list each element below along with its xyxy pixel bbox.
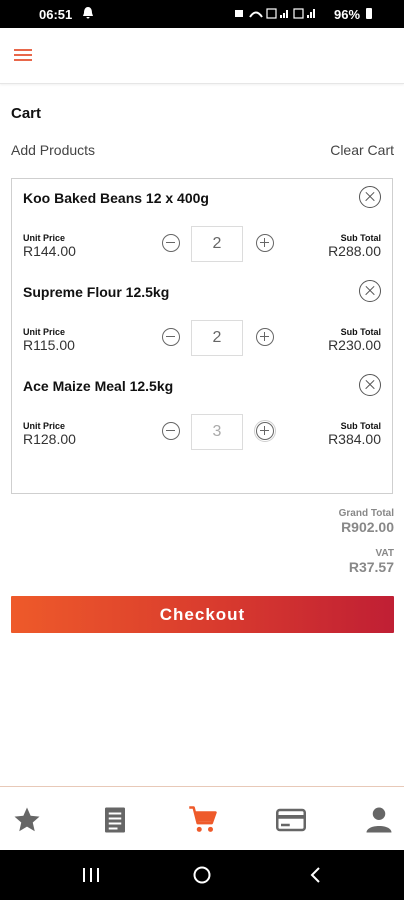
- recent-apps-icon[interactable]: [80, 865, 102, 885]
- unit-price-label: Unit Price: [23, 421, 66, 431]
- system-navigation-bar: [0, 850, 404, 900]
- cart-item-list: Koo Baked Beans 12 x 400g Unit Price R14…: [11, 178, 393, 494]
- quantity-input[interactable]: 3: [191, 414, 243, 450]
- vat-label: VAT: [375, 548, 394, 559]
- back-chevron-icon[interactable]: [308, 865, 324, 885]
- battery-level: 96%: [334, 7, 361, 22]
- hamburger-menu-icon[interactable]: [14, 49, 34, 63]
- grand-total-label: Grand Total: [338, 508, 394, 519]
- cart-icon[interactable]: [188, 805, 218, 835]
- unit-price-value: R115.00: [23, 337, 75, 353]
- vat-value: R37.57: [348, 559, 394, 575]
- status-time: 06:51: [39, 7, 73, 22]
- cart-item: Ace Maize Meal 12.5kg Unit Price R128.00…: [12, 367, 392, 461]
- list-icon[interactable]: [100, 805, 130, 835]
- user-icon[interactable]: [364, 805, 394, 835]
- unit-price-value: R144.00: [23, 243, 76, 259]
- quantity-input[interactable]: 2: [191, 320, 243, 356]
- sub-total-value: R288.00: [328, 243, 381, 259]
- battery-icon: [366, 8, 372, 19]
- increase-quantity-plus-icon[interactable]: [256, 328, 274, 346]
- star-icon[interactable]: [12, 805, 42, 835]
- checkout-button[interactable]: Checkout: [11, 596, 394, 633]
- cart-item: Supreme Flour 12.5kg Unit Price R115.00 …: [12, 273, 392, 367]
- decrease-quantity-minus-icon[interactable]: [162, 234, 180, 252]
- sub-total-value: R384.00: [328, 431, 381, 447]
- grand-total-value: R902.00: [341, 519, 394, 535]
- decrease-quantity-minus-icon[interactable]: [162, 328, 180, 346]
- unit-price-label: Unit Price: [23, 233, 66, 243]
- decrease-quantity-minus-icon[interactable]: [162, 422, 180, 440]
- page-title: Cart: [11, 105, 42, 122]
- item-name: Ace Maize Meal 12.5kg: [23, 378, 174, 394]
- app-bar: [0, 28, 404, 84]
- clear-cart-link[interactable]: Clear Cart: [330, 142, 394, 158]
- credit-card-icon[interactable]: [276, 805, 306, 835]
- unit-price-value: R128.00: [23, 431, 76, 447]
- increase-quantity-plus-icon[interactable]: [256, 234, 274, 252]
- increase-quantity-plus-icon[interactable]: [254, 420, 276, 442]
- status-bar: 06:51 96%: [0, 0, 404, 28]
- add-products-link[interactable]: Add Products: [11, 142, 95, 158]
- remove-item-close-icon[interactable]: [359, 186, 381, 208]
- sub-total-label: Sub Total: [340, 327, 381, 337]
- quantity-input[interactable]: 2: [191, 226, 243, 262]
- unit-price-label: Unit Price: [23, 327, 66, 337]
- remove-item-close-icon[interactable]: [359, 374, 381, 396]
- sub-total-value: R230.00: [328, 337, 381, 353]
- sub-total-label: Sub Total: [340, 421, 381, 431]
- bottom-navigation: [0, 786, 404, 850]
- item-name: Supreme Flour 12.5kg: [23, 284, 170, 300]
- sub-total-label: Sub Total: [340, 233, 381, 243]
- home-icon[interactable]: [192, 865, 212, 885]
- remove-item-close-icon[interactable]: [359, 280, 381, 302]
- notification-icon: [82, 6, 94, 22]
- cart-item: Koo Baked Beans 12 x 400g Unit Price R14…: [12, 179, 392, 273]
- system-status-icons: [234, 7, 324, 23]
- item-name: Koo Baked Beans 12 x 400g: [23, 190, 209, 206]
